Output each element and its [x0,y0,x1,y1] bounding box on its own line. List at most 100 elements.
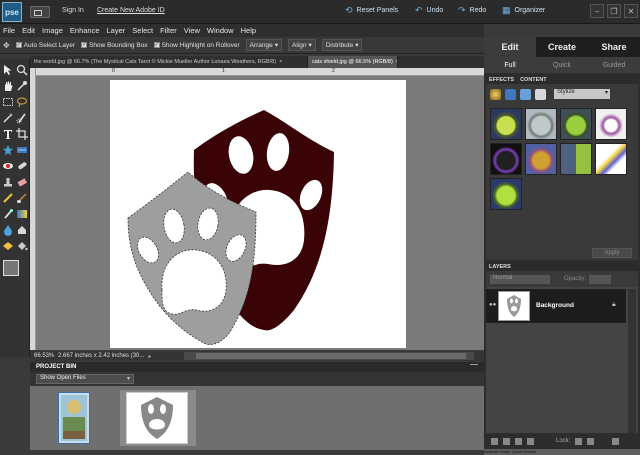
reset-panels-button[interactable]: ⟲ Reset Panels [345,5,398,16]
photo-effects-icon[interactable] [520,88,531,100]
menu-filter[interactable]: Filter [160,26,177,35]
type-tool-icon[interactable] [2,128,14,140]
auto-select-layer-checkbox[interactable]: ✓ Auto Select Layer [15,42,75,49]
create-adobe-id-link[interactable]: Create New Adobe ID [97,7,165,14]
toolbox [0,58,30,358]
effects-category-select[interactable]: Stylize [554,89,610,99]
hand-tool-icon[interactable] [2,80,14,92]
sign-in-link[interactable]: Sign In [62,7,84,14]
foreground-color-swatch[interactable] [3,260,19,276]
opacity-input[interactable] [589,274,612,284]
effect-thumb[interactable] [490,143,522,175]
tab-full[interactable]: Full [484,62,536,69]
tab-the-world[interactable]: the world.jpg @ 66.7% (The Mystical Cats… [30,56,308,68]
menu-select[interactable]: Select [132,26,153,35]
menu-help[interactable]: Help [241,26,256,35]
layer-mask-icon[interactable] [527,437,534,445]
close-icon[interactable]: × [279,59,282,65]
sponge-tool-icon[interactable] [16,224,28,236]
show-files-select[interactable]: Show Open Files [36,374,134,384]
tab-create[interactable]: Create [536,37,588,57]
eraser-tool-icon[interactable] [16,176,28,188]
paw-shield-artwork [127,110,334,345]
visibility-eye-icon[interactable]: ●● [489,302,496,308]
move-tool-icon[interactable] [2,64,14,76]
marquee-tool-icon[interactable] [2,96,14,108]
lock-transparent-icon[interactable] [575,437,583,445]
close-icon[interactable]: ✕ [624,4,638,18]
horizontal-scrollbar[interactable] [184,352,474,360]
layer-styles-icon[interactable] [505,88,516,100]
new-group-icon[interactable] [503,437,510,445]
collapse-icon[interactable] [470,364,478,369]
effect-thumb[interactable] [595,143,627,175]
effect-thumb[interactable] [560,108,592,140]
thumbnail-the-world[interactable] [58,392,90,444]
arrange-dropdown[interactable]: Arrange ▾ [245,39,282,51]
shape-tool-icon[interactable] [2,240,14,252]
menu-view[interactable]: View [184,26,200,35]
filters-icon[interactable] [490,88,501,100]
tab-edit[interactable]: Edit [484,37,536,57]
tab-guided[interactable]: Guided [588,62,640,69]
tab-share[interactable]: Share [588,37,640,57]
close-icon[interactable]: × [396,59,397,65]
menu-image[interactable]: Image [42,26,63,35]
pencil-tool-icon[interactable] [2,192,14,204]
undo-button[interactable]: ↶ Undo [415,5,443,16]
straighten-tool-icon[interactable] [16,144,28,156]
crop-tool-icon[interactable] [16,128,28,140]
menu-file[interactable]: File [3,26,15,35]
layers-scrollbar[interactable] [628,289,636,433]
lock-all-icon[interactable] [587,437,595,445]
zoom-level[interactable]: 66.53% [30,353,54,359]
effect-thumb[interactable] [525,108,557,140]
paint-bucket-tool-icon[interactable] [16,240,28,252]
chevron-right-icon[interactable]: ▸ [148,353,151,360]
thumbnail-cats-shield[interactable] [126,392,188,444]
spot-healing-tool-icon[interactable] [16,160,28,172]
layer-name[interactable]: Background [536,302,574,309]
new-layer-icon[interactable] [491,437,498,445]
tab-quick[interactable]: Quick [536,62,588,69]
trash-icon[interactable] [612,437,620,445]
zoom-tool-icon[interactable] [16,64,28,76]
effect-thumb[interactable] [595,108,627,140]
effect-thumb[interactable] [525,143,557,175]
blur-tool-icon[interactable] [2,224,14,236]
effect-thumb[interactable] [490,108,522,140]
tab-cats-shield[interactable]: cats shield.jpg @ 66.5% (RGB/8) × [308,56,398,68]
menu-window[interactable]: Window [207,26,234,35]
magic-wand-tool-icon[interactable] [2,112,14,124]
show-highlight-checkbox[interactable]: ✓ Show Highlight on Rollover [153,42,240,49]
apply-button[interactable]: Apply [592,248,632,258]
all-effects-icon[interactable] [535,88,546,100]
distribute-dropdown[interactable]: Distribute ▾ [321,39,363,51]
tab-content[interactable]: CONTENT [520,77,547,83]
gradient-tool-icon[interactable] [16,208,28,220]
minimize-icon[interactable]: – [590,4,604,18]
red-eye-tool-icon[interactable] [2,160,14,172]
cookie-cutter-tool-icon[interactable] [2,144,14,156]
tab-effects[interactable]: EFFECTS [489,77,514,83]
organizer-button[interactable]: ▦ Organizer [502,5,545,16]
redo-button[interactable]: ↷ Redo [458,5,486,16]
blend-mode-select[interactable]: Normal [490,274,550,284]
menu-layer[interactable]: Layer [107,26,126,35]
scrollbar-thumb[interactable] [196,353,466,359]
clone-stamp-tool-icon[interactable] [2,176,14,188]
effect-thumb[interactable] [560,143,592,175]
adjustment-layer-icon[interactable] [515,437,522,445]
align-dropdown[interactable]: Align ▾ [288,39,316,51]
show-bounding-box-checkbox[interactable]: ✓ Show Bounding Box [81,42,148,49]
brush-tool-icon[interactable] [16,192,28,204]
effect-thumb[interactable] [490,178,522,210]
maximize-icon[interactable]: ❐ [607,4,621,18]
lasso-tool-icon[interactable] [16,96,28,108]
eyedropper-tool-icon[interactable] [16,80,28,92]
menu-enhance[interactable]: Enhance [70,26,100,35]
quick-selection-tool-icon[interactable] [16,112,28,124]
layout-menu-button[interactable] [30,6,50,18]
menu-edit[interactable]: Edit [22,26,35,35]
smart-brush-tool-icon[interactable] [2,208,14,220]
